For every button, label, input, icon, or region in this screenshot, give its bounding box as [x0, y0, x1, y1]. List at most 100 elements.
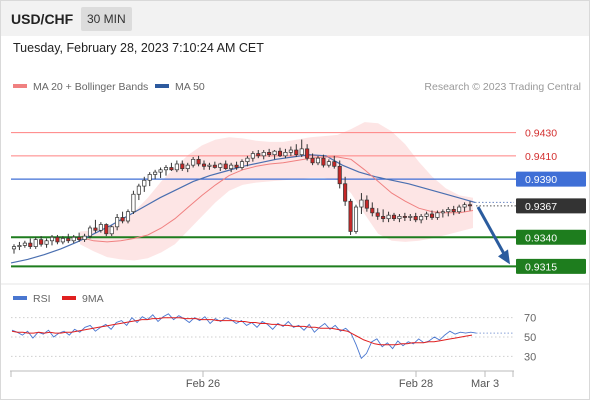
- candle-body: [212, 164, 217, 168]
- candle-body: [185, 164, 190, 169]
- candle-body: [22, 242, 27, 246]
- candle-body: [332, 161, 337, 167]
- candle-body: [229, 164, 234, 169]
- candle-body: [261, 152, 266, 157]
- candle-body: [234, 164, 239, 168]
- candle-body: [353, 206, 359, 232]
- candle-body: [223, 163, 228, 169]
- candle-body: [201, 163, 207, 167]
- candle-body: [55, 236, 60, 243]
- candle-body: [462, 204, 467, 208]
- candle-body: [429, 213, 435, 218]
- candle-body: [305, 148, 310, 159]
- candle-body: [131, 193, 136, 213]
- candle-body: [60, 238, 65, 243]
- candle-body: [424, 213, 429, 217]
- candle-body: [315, 157, 321, 164]
- candle-body: [125, 211, 131, 222]
- candle-body: [180, 163, 185, 169]
- candle-body: [196, 158, 201, 165]
- candle-body: [413, 215, 418, 221]
- x-tick-label-feb26: Feb 26: [186, 378, 220, 390]
- candle-body: [93, 227, 98, 231]
- candle-body: [402, 215, 407, 218]
- chart-legend: MA 20 + Bollinger Bands MA 50 Research ©…: [13, 81, 581, 93]
- rsi-tick-label: 50: [524, 332, 536, 344]
- candle-body: [82, 235, 87, 240]
- legend-swatch-ma20: [13, 84, 27, 88]
- price-chart: MA 20 + Bollinger Bands MA 50 Research ©…: [0, 81, 590, 390]
- candle-body: [191, 158, 196, 166]
- price-level-label: 0.9315: [525, 261, 557, 273]
- candle-body: [451, 209, 456, 213]
- candle-body: [277, 150, 283, 157]
- candle-body: [44, 240, 49, 245]
- forecast-arrow-line: [476, 206, 508, 259]
- candle-body: [419, 215, 424, 221]
- candle-body: [283, 152, 288, 157]
- candle-body: [381, 215, 386, 220]
- candle-body: [256, 153, 261, 157]
- candle-body: [408, 215, 413, 218]
- candle-body: [104, 224, 109, 235]
- candle-body: [163, 167, 169, 171]
- candle-body: [174, 163, 179, 171]
- candle-body: [49, 236, 55, 242]
- candle-body: [136, 185, 141, 195]
- candle-body: [169, 167, 174, 171]
- legend-swatch-9ma: [62, 296, 76, 300]
- candle-body: [17, 245, 22, 247]
- candle-body: [218, 163, 223, 168]
- candle-body: [272, 150, 277, 156]
- candle-body: [250, 153, 255, 159]
- x-tick-label-feb28: Feb 28: [399, 378, 433, 390]
- rsi-legend: RSI 9MA: [13, 293, 104, 305]
- candle-body: [239, 161, 245, 168]
- candle-body: [28, 242, 33, 247]
- candle-body: [11, 246, 17, 250]
- rsi-tick-label: 70: [524, 313, 536, 325]
- candle-body: [446, 209, 451, 213]
- legend-swatch-rsi: [13, 296, 27, 300]
- candle-body: [348, 200, 353, 232]
- candle-body: [87, 227, 93, 237]
- price-level-label: 0.9390: [525, 174, 557, 186]
- candle-body: [207, 164, 212, 167]
- candle-body: [391, 214, 397, 220]
- candle-body: [457, 206, 462, 213]
- candle-body: [370, 207, 375, 214]
- candle-body: [299, 148, 304, 156]
- price-level-label: 0.9410: [525, 151, 557, 163]
- legend-label-ma50: MA 50: [175, 81, 205, 93]
- candle-body: [440, 211, 445, 214]
- candle-body: [337, 165, 342, 185]
- candle-body: [33, 239, 38, 247]
- credit-label: Research © 2023 Trading Central: [424, 81, 581, 93]
- candle-body: [343, 183, 348, 202]
- candle-body: [120, 217, 125, 222]
- candle-body: [386, 214, 391, 220]
- candle-body: [321, 157, 326, 166]
- candle-body: [364, 199, 369, 209]
- candle-body: [115, 217, 120, 228]
- x-tick-label-mar3: Mar 3: [471, 378, 499, 390]
- candle-body: [147, 174, 152, 181]
- legend-swatch-ma50: [155, 84, 169, 88]
- price-level-label: 0.9430: [525, 128, 557, 140]
- candle-body: [39, 239, 44, 245]
- candle-body: [142, 179, 147, 187]
- candle-body: [71, 236, 76, 242]
- candle-body: [326, 161, 331, 166]
- candle-body: [359, 199, 364, 208]
- candle-body: [294, 149, 299, 156]
- candle-body: [467, 204, 473, 207]
- candle-body: [66, 238, 71, 242]
- price-level-label: 0.9367: [525, 201, 557, 213]
- legend-label-rsi: RSI: [33, 293, 51, 305]
- rsi-tick-label: 30: [524, 351, 536, 363]
- candle-body: [435, 212, 440, 218]
- candle-body: [397, 215, 402, 220]
- candle-body: [109, 226, 114, 235]
- candle-body: [153, 171, 158, 175]
- candle-body: [245, 157, 250, 163]
